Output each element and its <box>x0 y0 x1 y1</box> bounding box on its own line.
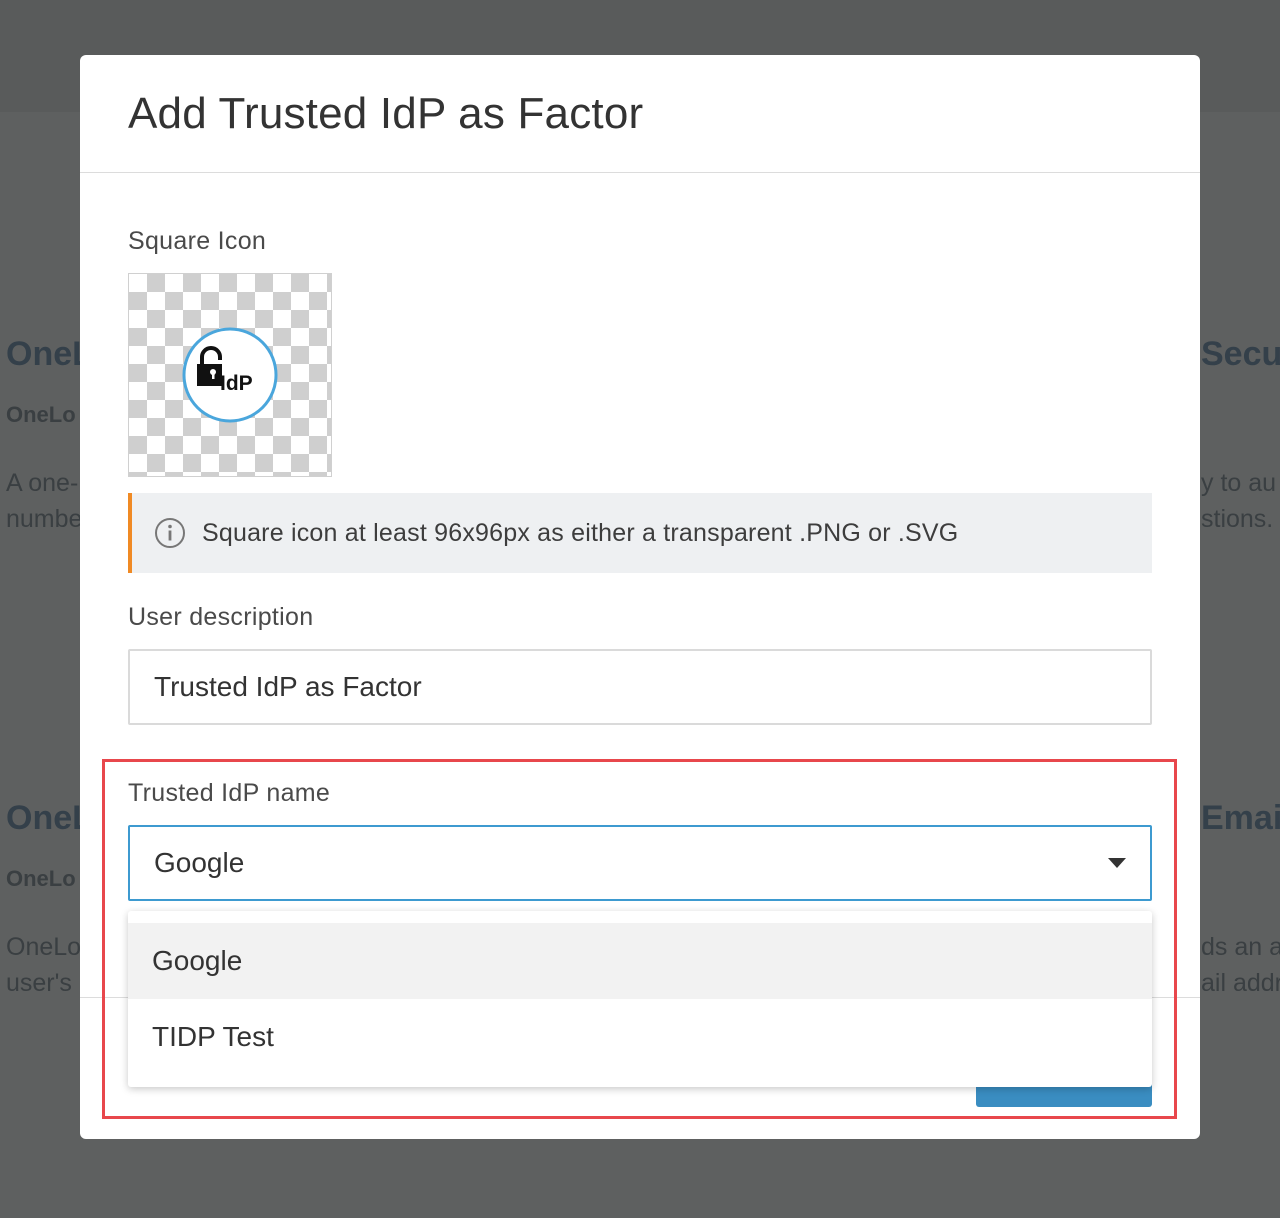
idp-icon-text: IdP <box>220 372 253 395</box>
add-trusted-idp-modal: Add Trusted IdP as Factor Square Icon Id… <box>80 55 1200 1139</box>
trusted-idp-selected-value: Google <box>154 847 245 878</box>
info-icon <box>155 518 185 548</box>
modal-title: Add Trusted IdP as Factor <box>128 88 644 138</box>
caret-down-icon <box>1108 858 1126 868</box>
trusted-idp-name-label: Trusted IdP name <box>128 779 331 807</box>
background-card-desc-line: user's <box>6 969 72 997</box>
background-card-title: Emai <box>1201 799 1280 837</box>
info-alert: Square icon at least 96x96px as either a… <box>128 493 1152 573</box>
dropdown-option-google[interactable]: Google <box>128 923 1152 999</box>
background-card-desc-line: A one- <box>6 469 79 497</box>
modal-header: Add Trusted IdP as Factor <box>80 55 1200 173</box>
background-card-desc-line: numbe <box>6 505 83 533</box>
background-card-title: Secu <box>1201 335 1280 373</box>
background-card-desc-line: ds an a <box>1201 933 1280 961</box>
user-description-label: User description <box>128 603 314 631</box>
dropdown-option-tidp-test[interactable]: TIDP Test <box>128 999 1152 1075</box>
idp-lock-icon: IdP <box>182 327 278 423</box>
user-description-input[interactable] <box>128 649 1152 725</box>
background-card-desc-line: stions. <box>1201 505 1274 533</box>
trusted-idp-dropdown-menu: Google TIDP Test <box>128 911 1152 1087</box>
square-icon-label: Square Icon <box>128 227 267 255</box>
background-card-desc-line: y to au <box>1201 469 1277 497</box>
trusted-idp-select[interactable]: Google <box>128 825 1152 901</box>
background-card-desc-line: OneLo <box>6 933 82 961</box>
background-card-subtitle: OneLo <box>6 402 76 427</box>
square-icon-upload[interactable]: IdP <box>128 273 332 477</box>
info-text: Square icon at least 96x96px as either a… <box>202 518 959 547</box>
background-card-desc-line: ail addr <box>1201 969 1280 997</box>
background-card-subtitle: OneLo <box>6 866 76 891</box>
